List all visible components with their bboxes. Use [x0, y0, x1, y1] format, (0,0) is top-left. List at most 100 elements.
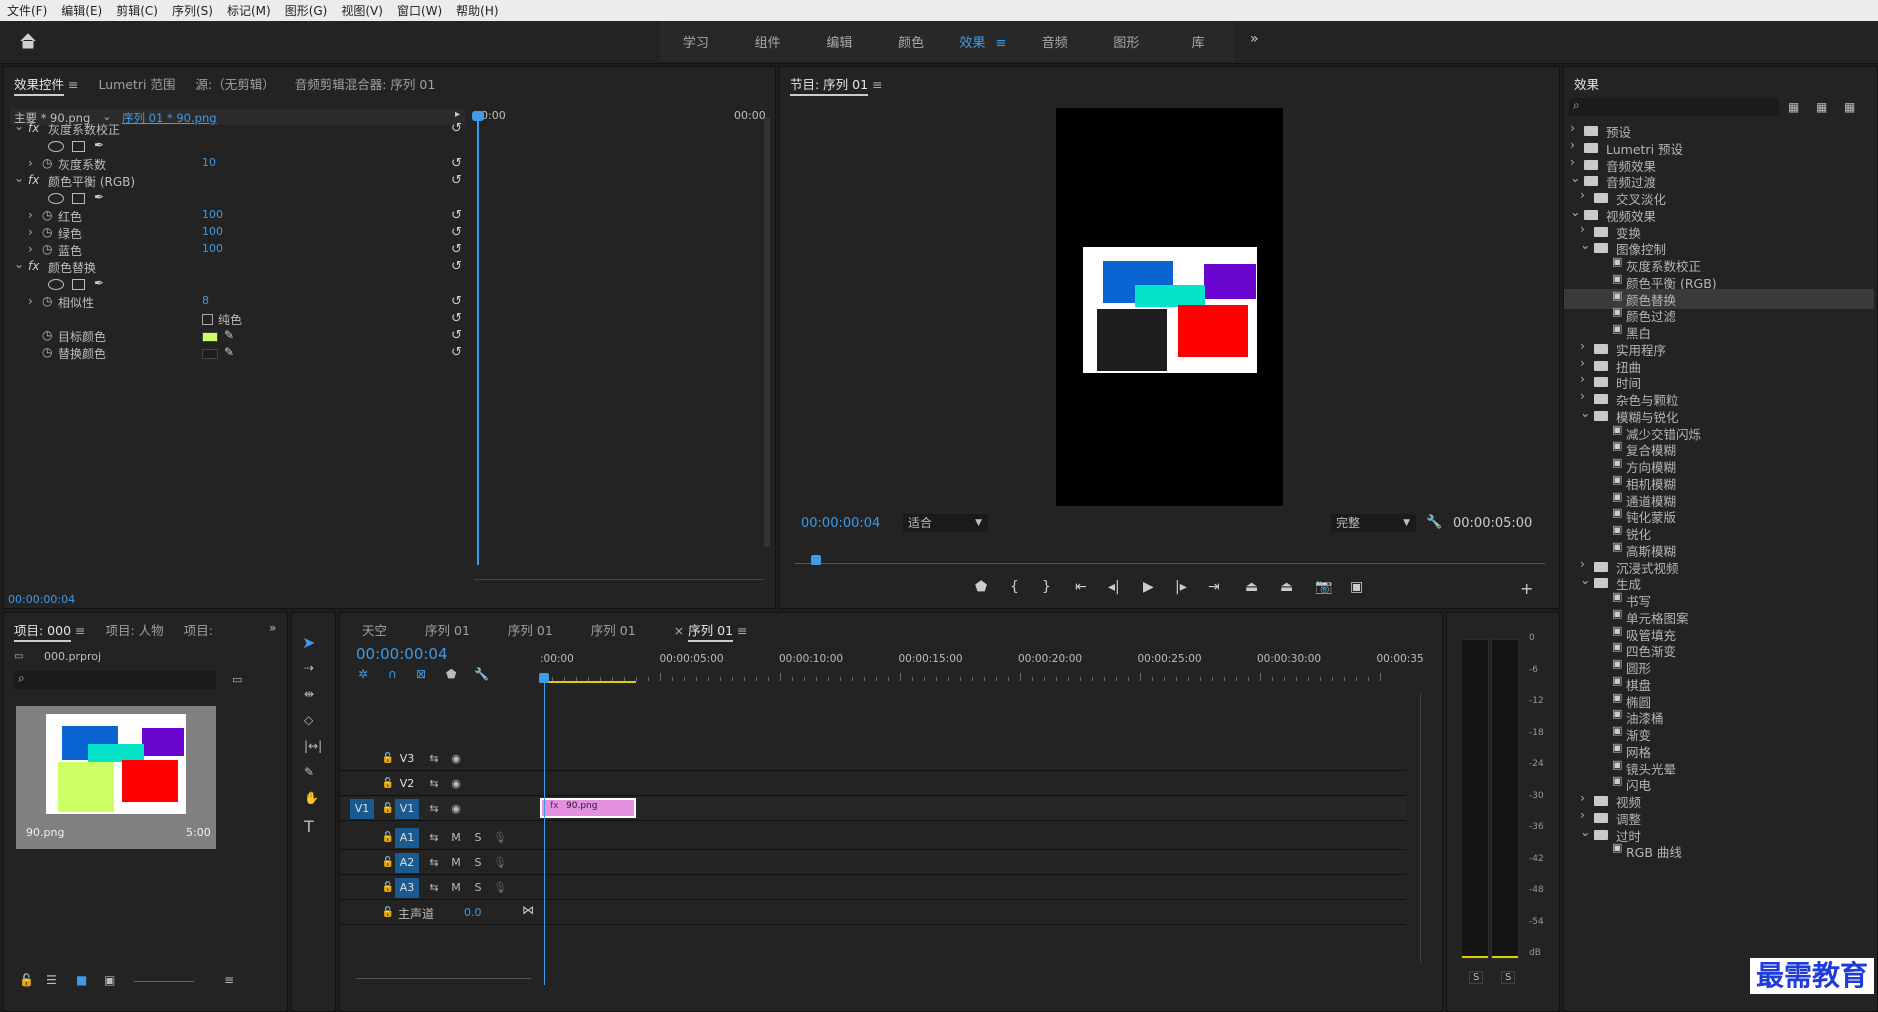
menu-item-5[interactable]: 图形(G)	[278, 2, 335, 19]
param-value[interactable]: 8	[202, 294, 209, 307]
meter-solo-right[interactable]: S	[1501, 971, 1516, 984]
program-scrubber[interactable]	[795, 555, 1545, 571]
reset-icon[interactable]: ↺	[451, 259, 462, 274]
workspace-tab-3[interactable]: 颜色	[875, 32, 947, 51]
reset-icon[interactable]: ↺	[451, 311, 462, 326]
type-tool-icon[interactable]: T	[304, 817, 314, 836]
timeline-tab-4[interactable]: × 序列 01 ≡	[664, 620, 758, 642]
track-target[interactable]: V2	[395, 774, 419, 794]
reset-icon[interactable]: ↺	[451, 345, 462, 360]
reset-icon[interactable]: ↺	[451, 173, 462, 188]
chevron-right-icon[interactable]: ›	[28, 225, 33, 239]
stopwatch-icon[interactable]: ◷	[42, 208, 52, 222]
source-patch[interactable]: V1	[350, 799, 374, 819]
menu-item-2[interactable]: 剪辑(C)	[109, 2, 165, 19]
rect-mask-icon[interactable]	[72, 141, 85, 152]
quality-dropdown[interactable]: 完整 ▼	[1331, 514, 1416, 532]
panel-menu-icon[interactable]: ≡	[733, 623, 747, 640]
32bit-effects-icon[interactable]: ▦	[1816, 100, 1827, 114]
step-back-icon[interactable]: ◂|	[1108, 579, 1120, 595]
workspace-menu-icon[interactable]: ≡	[991, 36, 1006, 51]
comparison-view-icon[interactable]: ▣	[1350, 579, 1363, 595]
chevron-right-icon[interactable]: ›	[1570, 137, 1575, 152]
master-value[interactable]: 0.0	[464, 906, 482, 919]
stopwatch-icon[interactable]: ◷	[42, 345, 52, 359]
chevron-right-icon[interactable]: ›	[1580, 221, 1585, 236]
stopwatch-icon[interactable]: ◷	[42, 156, 52, 170]
chevron-down-icon[interactable]: ⌄	[1570, 170, 1580, 185]
lock-icon[interactable]: 🔓	[380, 880, 396, 896]
timeline-playhead[interactable]	[544, 675, 545, 985]
zoom-slider[interactable]	[134, 981, 194, 982]
chevron-down-icon[interactable]: ⌄	[14, 171, 24, 185]
add-marker-icon[interactable]: ⬟	[975, 579, 987, 595]
eyedropper-icon[interactable]: ✎	[224, 345, 234, 359]
selection-tool-icon[interactable]: ➤	[302, 633, 326, 655]
eye-icon[interactable]: ◉	[448, 776, 464, 792]
chevron-down-icon[interactable]: ⌄	[14, 119, 24, 133]
eyedropper-icon[interactable]: ✎	[224, 328, 234, 342]
lock-icon[interactable]: 🔓	[380, 751, 396, 767]
lock-icon[interactable]: 🔓	[380, 905, 396, 921]
project-tab-0[interactable]: 项目: 000 ≡	[4, 620, 96, 642]
close-icon[interactable]: ×	[674, 623, 688, 640]
nest-icon[interactable]: ✲	[358, 667, 368, 681]
project-tab-1[interactable]: 项目: 人物	[96, 620, 174, 639]
clip[interactable]: fx 90.png	[540, 798, 636, 818]
eye-icon[interactable]: ◉	[448, 751, 464, 767]
chevron-right-icon[interactable]: ›	[28, 242, 33, 256]
timeline-tab-1[interactable]: 序列 01	[415, 620, 480, 639]
project-search-input[interactable]: ⌕	[14, 671, 216, 689]
menu-item-3[interactable]: 序列(S)	[165, 2, 220, 19]
sync-lock-icon[interactable]: ⇆	[426, 776, 442, 792]
mark-in-icon[interactable]: {	[1010, 579, 1019, 595]
track-target[interactable]: A2	[395, 853, 419, 873]
reset-icon[interactable]: ↺	[451, 121, 462, 136]
chevron-down-icon[interactable]: ⌄	[1580, 824, 1590, 839]
pen-mask-icon[interactable]: ✒	[94, 276, 104, 290]
lock-icon[interactable]: 🔓	[380, 801, 396, 817]
project-tab-2[interactable]: 项目:	[174, 620, 223, 639]
program-playhead[interactable]	[811, 555, 821, 565]
chevron-right-icon[interactable]: ›	[28, 156, 33, 170]
sync-lock-icon[interactable]: ⇆	[426, 801, 442, 817]
sync-lock-icon[interactable]: ⇆	[426, 751, 442, 767]
sync-lock-icon[interactable]: ⇆	[426, 855, 442, 871]
panel-menu-icon[interactable]: ≡	[64, 77, 78, 94]
linked-selection-icon[interactable]: ⊠	[416, 667, 426, 681]
expand-timeline-icon[interactable]: ▸	[455, 109, 460, 120]
pen-mask-icon[interactable]: ✒	[94, 138, 104, 152]
eye-icon[interactable]: ◉	[448, 801, 464, 817]
stopwatch-icon[interactable]: ◷	[42, 328, 52, 342]
ec-tab-0[interactable]: 效果控件 ≡	[4, 74, 88, 96]
microphone-icon[interactable]: 🎙	[492, 855, 508, 871]
solid-color-checkbox[interactable]	[202, 314, 213, 325]
replace-color-swatch[interactable]	[202, 349, 218, 359]
menu-item-4[interactable]: 标记(M)	[220, 2, 278, 19]
workspace-tab-7[interactable]: 库	[1162, 32, 1234, 51]
sync-lock-icon[interactable]: ⇆	[426, 880, 442, 896]
workspace-tab-0[interactable]: 学习	[660, 32, 732, 51]
track-select-tool-icon[interactable]: ⇢	[304, 661, 314, 675]
step-forward-icon[interactable]: |▸	[1175, 579, 1187, 595]
chevron-down-icon[interactable]: ⌄	[14, 257, 24, 271]
solo-button[interactable]: S	[470, 830, 486, 846]
panel-menu-icon[interactable]: ≡	[71, 623, 85, 640]
pen-tool-icon[interactable]: ✎	[304, 765, 314, 779]
chevron-down-icon[interactable]: ⌄	[1580, 405, 1590, 420]
ec-playhead-handle[interactable]	[472, 111, 484, 121]
chevron-right-icon[interactable]: ›	[1580, 556, 1585, 571]
go-to-out-icon[interactable]: ⇥	[1208, 579, 1220, 595]
target-color-swatch[interactable]	[202, 332, 218, 342]
lift-icon[interactable]: ⏏	[1245, 579, 1258, 595]
go-to-in-icon[interactable]: ⇤	[1075, 579, 1087, 595]
chevron-down-icon[interactable]: ⌄	[1570, 204, 1580, 219]
timeline-tab-0[interactable]: 天空	[352, 620, 397, 639]
timeline-ruler[interactable]: :00:00 00:00:05:00 00:00:10:00 00:00:15:00 0…	[540, 653, 1424, 683]
track-target[interactable]: A1	[395, 828, 419, 848]
timeline-tab-3[interactable]: 序列 01	[581, 620, 646, 639]
lock-icon[interactable]: 🔓	[19, 973, 34, 987]
wrench-icon[interactable]: 🔧	[474, 667, 489, 681]
reset-icon[interactable]: ↺	[451, 225, 462, 240]
chevron-right-icon[interactable]: ›	[1570, 154, 1575, 169]
